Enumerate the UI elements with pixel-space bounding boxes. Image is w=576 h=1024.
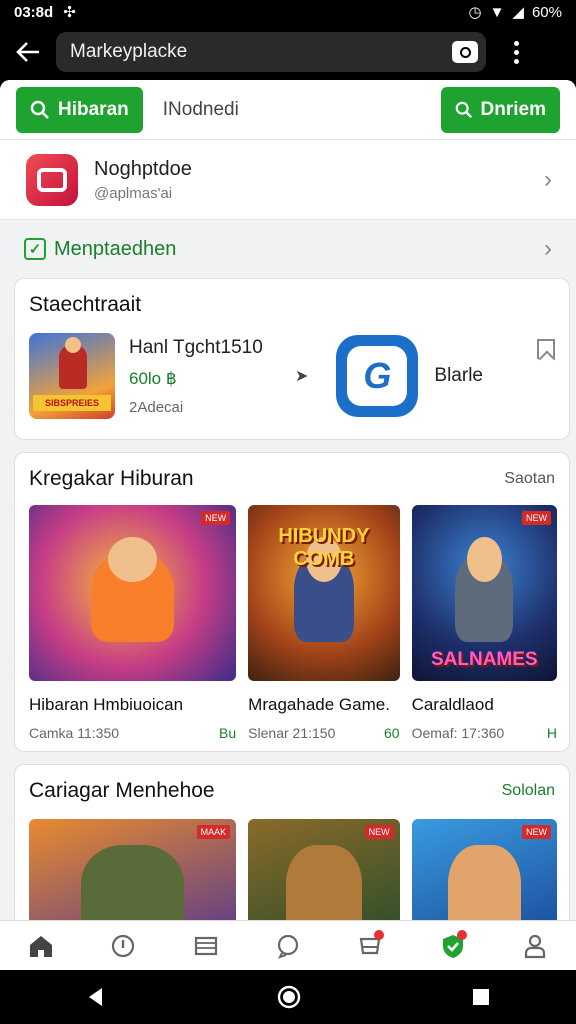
filter-row: Hibaran INodnedi Dnriem [0,80,576,140]
nav-home[interactable] [21,926,61,966]
game-name: Caraldlaod [411,695,494,714]
game-tag: NEW [364,825,394,839]
home-icon [30,935,53,957]
verified-row[interactable]: ✓ Menptaedhen › [0,220,576,278]
featured-app-meta: 2Adecai [129,398,184,416]
chevron-right-icon: › [544,235,552,262]
game-item[interactable]: NEW Hibaran Hmbiuoican Camka 11:350 Bu [29,505,237,741]
game-thumbnail: SALNAMES NEW [411,505,557,681]
chat-icon [277,934,299,959]
game-thumbnail[interactable]: NEW [248,819,400,920]
featured-card: Staechtraait SIBSPREIES Hanl Tgcht1510 6… [14,278,570,440]
more-section-title: Cariagar Menhehoe [29,779,215,802]
battery-level: 60% [531,3,562,21]
game-thumbnail: NEW [29,505,237,681]
games-see-all-link[interactable]: Saotan [504,470,555,488]
search-query[interactable]: Markeyplacke [70,41,452,63]
camera-search-button[interactable] [452,41,478,63]
game-price: H [546,725,557,741]
games-card: Kregakar Hiburan Saotan NEW Hibaran Hmbi… [14,452,570,752]
seller-name: Noghptdoe [94,157,192,180]
verified-label: Menptaedhen [54,237,177,260]
nav-library[interactable] [186,926,226,966]
compass-icon [112,934,135,957]
person-icon [524,934,545,958]
game-thumbnail: HIBUNDY COMB [248,505,400,681]
game-price: Bu [219,725,237,741]
search-field[interactable]: Markeyplacke [56,32,486,72]
thumbnail-banner: SIBSPREIES [33,395,111,411]
nav-messages[interactable] [268,926,308,966]
arrow-back-icon [16,42,39,62]
nav-orders[interactable] [350,926,390,966]
more-options-button[interactable] [486,24,546,80]
game-item[interactable]: HIBUNDY COMB Mragahade Game. Slenar 21:1… [248,505,400,741]
signal-icon: ◢ [512,4,524,21]
game-meta: Slenar 21:150 [248,725,336,741]
alarm-icon: ◷ [468,4,482,21]
notification-badge [374,929,385,940]
search-icon [455,101,472,118]
system-navigation [0,970,576,1024]
game-meta: Camka 11:350 [29,725,120,741]
seller-row[interactable]: Noghptdoe @aplmas'ai › [0,140,576,220]
seller-logo [26,153,78,206]
system-recents-icon[interactable] [471,987,491,1007]
bookmark-icon[interactable] [537,339,555,359]
notification-badge [456,929,467,940]
main-content: Hibaran INodnedi Dnriem Noghptdoe @aplma… [0,80,576,920]
search-action-label: Dnriem [480,98,546,120]
category-filter-button[interactable]: Hibaran [16,86,143,133]
seller-handle: @aplmas'ai [94,184,173,202]
system-back-icon[interactable] [85,986,107,1008]
system-home-icon[interactable] [276,984,302,1010]
game-price: 60 [384,725,400,741]
games-section-title: Kregakar Hiburan [29,467,194,490]
status-icons: ◷ ▼ ◢ 60% [468,3,562,22]
game-thumbnail[interactable]: NEW [411,819,557,920]
featured-app-name[interactable]: Hanl Tgcht1510 [129,337,289,359]
game-meta: Oemaf: 17:360 [411,725,505,741]
top-app-bar: Markeyplacke [0,24,576,80]
second-app-name[interactable]: Blarle [434,365,483,387]
nav-profile[interactable] [515,926,555,966]
featured-title: Staechtraait [29,293,142,316]
game-tag: MAAK [196,825,231,839]
check-icon: ✓ [24,238,46,260]
status-bar: 03:8d ✣ ◷ ▼ ◢ 60% [0,0,576,24]
back-button[interactable] [0,24,56,80]
library-icon [194,936,217,955]
game-thumb-title: HIBUNDY COMB [278,525,370,570]
sync-icon: ✣ [63,4,76,21]
game-tag: NEW [522,825,551,839]
cursor-icon: ➤ [295,368,309,385]
more-see-all-link[interactable]: Sololan [502,782,555,800]
bottom-navigation [0,920,576,970]
featured-app-thumbnail[interactable]: SIBSPREIES [29,333,115,419]
second-app-logo[interactable]: G [336,335,419,417]
wifi-icon: ▼ [489,3,505,21]
nav-explore[interactable] [103,926,143,966]
search-icon [30,100,49,119]
nav-verified[interactable] [433,926,473,966]
game-tag: NEW [201,511,231,525]
game-thumbnail[interactable]: MAAK [29,819,237,920]
camera-icon [459,46,471,58]
game-name: Hibaran Hmbiuoican [29,695,184,714]
game-item[interactable]: SALNAMES NEW Caraldlaod Oemaf: 17:360 H [411,505,557,741]
status-time: 03:8d [14,3,54,21]
filter-tab[interactable]: INodnedi [163,99,239,121]
featured-app-price: 60lo ฿ [129,368,177,388]
more-games-card: Cariagar Menhehoe Sololan MAAK NEW NEW [14,764,570,920]
game-tag: NEW [522,511,551,525]
game-thumb-title: SALNAMES [430,649,538,670]
search-action-button[interactable]: Dnriem [440,86,560,133]
game-name: Mragahade Game. [248,695,390,714]
chevron-right-icon: › [544,165,552,193]
category-filter-label: Hibaran [58,98,129,120]
